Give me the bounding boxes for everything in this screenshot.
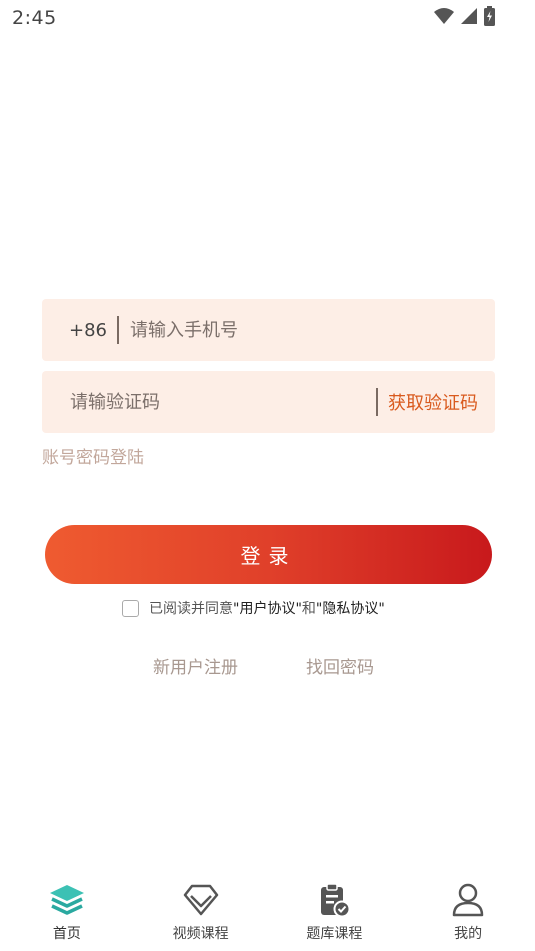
user-icon <box>448 880 488 920</box>
phone-input[interactable] <box>130 299 495 361</box>
code-divider <box>376 388 378 416</box>
forgot-password-link[interactable]: 找回密码 <box>306 653 374 678</box>
layers-icon <box>47 880 87 920</box>
status-icons <box>434 6 495 26</box>
bottom-tab-bar: 首页 视频课程 题库课程 我的 <box>0 880 535 951</box>
agreement-and: 和 <box>301 601 316 617</box>
agreement-row: 已阅读并同意 "用户协议" 和 "隐私协议" <box>122 598 385 618</box>
login-button[interactable]: 登录 <box>45 525 492 584</box>
password-login-link[interactable]: 账号密码登陆 <box>42 443 144 468</box>
diamond-icon <box>181 880 221 920</box>
tab-profile-label: 我的 <box>454 926 483 942</box>
code-input-container: 获取验证码 <box>42 371 495 433</box>
tab-video-courses-label: 视频课程 <box>172 926 229 942</box>
agreement-checkbox[interactable] <box>122 599 139 617</box>
tab-home-label: 首页 <box>52 926 81 942</box>
clipboard-check-icon <box>314 880 354 920</box>
tab-profile[interactable]: 我的 <box>401 880 535 951</box>
register-link[interactable]: 新用户注册 <box>153 653 238 678</box>
user-agreement-link[interactable]: "用户协议" <box>233 598 302 618</box>
agreement-prefix: 已阅读并同意 <box>149 601 233 617</box>
tab-question-bank[interactable]: 题库课程 <box>268 880 402 951</box>
signal-icon <box>461 8 477 24</box>
tab-question-bank-label: 题库课程 <box>306 926 363 942</box>
battery-icon <box>484 6 495 26</box>
verification-code-input[interactable] <box>70 371 376 433</box>
phone-input-container: +86 <box>42 299 495 361</box>
wifi-icon <box>434 8 454 24</box>
tab-video-courses[interactable]: 视频课程 <box>134 880 268 951</box>
status-time: 2:45 <box>12 7 57 29</box>
tab-home[interactable]: 首页 <box>0 880 134 951</box>
country-code[interactable]: +86 <box>69 320 107 341</box>
status-bar: 2:45 <box>0 0 535 36</box>
input-divider <box>117 316 119 344</box>
privacy-policy-link[interactable]: "隐私协议" <box>316 598 385 618</box>
get-code-button[interactable]: 获取验证码 <box>388 389 478 415</box>
login-screen: 2:45 +86 获取验证码 账号密码登陆 登录 已阅读并同 <box>0 0 535 951</box>
